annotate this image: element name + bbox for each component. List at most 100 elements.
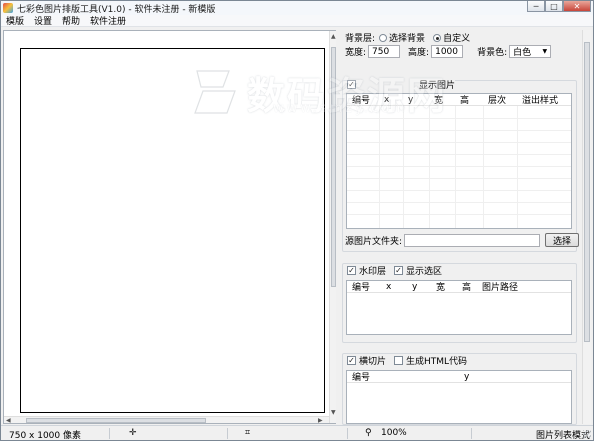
col-header-layer[interactable]: 层次: [483, 94, 517, 106]
custom-background-label[interactable]: 自定义: [443, 31, 470, 44]
source-folder-row: 源图片文件夹: 选择: [345, 233, 580, 247]
row-divider: [347, 142, 571, 143]
slice-layer-label[interactable]: 横切片: [359, 354, 386, 367]
canvas-panel: ▲ ▼ ◀ ▶: [3, 30, 336, 424]
row-divider: [347, 118, 571, 119]
scroll-left-icon[interactable]: ◀: [6, 417, 11, 424]
image-layer-header: ✓ 显示图片: [347, 78, 456, 91]
browse-folder-button[interactable]: 选择: [545, 233, 580, 247]
show-image-label[interactable]: 显示图片: [419, 78, 455, 91]
canvas-size-status: 750 x 1000 像素: [9, 431, 81, 441]
col-divider: [517, 106, 518, 228]
col-header-id[interactable]: 编号: [347, 371, 459, 383]
zoom-level: 100%: [381, 428, 407, 438]
col-header-height[interactable]: 高: [457, 281, 477, 293]
col-header-id[interactable]: 编号: [347, 94, 379, 106]
col-divider: [483, 106, 484, 228]
image-layer-checkbox[interactable]: ✓: [347, 80, 356, 89]
height-input[interactable]: 1000: [431, 45, 464, 58]
row-divider: [347, 178, 571, 179]
image-layer-table[interactable]: 编号 x y 宽 高 层次 溢出样式: [346, 93, 572, 229]
canvas-horizontal-thumb[interactable]: [26, 418, 206, 423]
status-separator: [227, 428, 228, 439]
col-header-y[interactable]: y: [459, 371, 519, 382]
maximize-button[interactable]: □: [545, 1, 563, 12]
width-input[interactable]: 750: [368, 45, 401, 58]
show-region-label[interactable]: 显示选区: [406, 264, 442, 277]
generate-html-checkbox[interactable]: [394, 356, 404, 365]
canvas-horizontal-scrollbar[interactable]: ◀ ▶: [4, 416, 329, 424]
app-window: 七彩色图片排版工具(V1.0) - 软件未注册 - 新模版 ─ □ ✕ 模版 设…: [0, 0, 594, 441]
menu-register[interactable]: 软件注册: [85, 14, 131, 27]
col-header-x[interactable]: x: [379, 94, 403, 105]
menu-bar: 模版 设置 帮助 软件注册: [1, 15, 593, 27]
title-bar[interactable]: 七彩色图片排版工具(V1.0) - 软件未注册 - 新模版 ─ □ ✕: [1, 1, 593, 15]
watermark-layer-header: ✓ 水印层 ✓ 显示选区: [347, 264, 443, 277]
scroll-down-icon[interactable]: ▼: [331, 409, 336, 416]
slice-layer-table-header: 编号 y: [347, 371, 571, 383]
canvas-vertical-thumb[interactable]: [331, 47, 336, 287]
panel-vertical-scrollbar[interactable]: [582, 30, 591, 424]
row-divider: [347, 214, 571, 215]
watermark-layer-checkbox[interactable]: ✓: [347, 266, 356, 275]
slice-layer-table[interactable]: 编号 y: [346, 370, 572, 424]
resize-grip-icon[interactable]: [583, 430, 591, 438]
col-header-width[interactable]: 宽: [431, 281, 457, 293]
chevron-down-icon: ▼: [542, 48, 548, 55]
col-header-y[interactable]: y: [407, 281, 431, 292]
move-icon[interactable]: ✛: [129, 428, 137, 438]
status-separator: [109, 428, 110, 439]
menu-settings[interactable]: 设置: [29, 14, 57, 27]
crop-icon[interactable]: ⌗: [245, 428, 250, 438]
col-header-id[interactable]: 编号: [347, 281, 381, 293]
app-icon: [3, 3, 13, 13]
background-color-value: 白色: [513, 48, 532, 58]
show-region-checkbox[interactable]: ✓: [394, 266, 404, 275]
design-canvas[interactable]: [20, 48, 325, 413]
scroll-up-icon[interactable]: ▲: [331, 33, 336, 40]
watermark-layer-table-header: 编号 x y 宽 高 图片路径: [347, 281, 571, 293]
row-divider: [347, 166, 571, 167]
watermark-layer-table[interactable]: 编号 x y 宽 高 图片路径: [346, 280, 572, 335]
background-layer-label: 背景层:: [345, 34, 376, 44]
source-folder-label: 源图片文件夹:: [345, 236, 403, 247]
panel-vertical-thumb[interactable]: [584, 42, 590, 342]
status-separator: [471, 428, 472, 439]
minimize-button[interactable]: ─: [527, 1, 545, 12]
generate-html-label[interactable]: 生成HTML代码: [406, 354, 467, 367]
width-label: 宽度:: [345, 48, 367, 58]
zoom-icon[interactable]: ⚲: [365, 428, 372, 438]
image-layer-table-header: 编号 x y 宽 高 层次 溢出样式: [347, 94, 571, 106]
view-mode-status[interactable]: 图片列表模式: [536, 428, 590, 441]
status-separator: [347, 428, 348, 439]
select-background-label[interactable]: 选择背景: [389, 31, 425, 44]
background-size-row: 宽度: 750 高度: 1000 背景色: 白色 ▼: [345, 45, 552, 58]
col-header-y[interactable]: y: [403, 94, 429, 105]
custom-background-radio[interactable]: [433, 33, 442, 42]
scroll-right-icon[interactable]: ▶: [318, 417, 323, 424]
row-divider: [347, 190, 571, 191]
background-color-select[interactable]: 白色 ▼: [509, 45, 552, 58]
col-divider: [379, 106, 380, 228]
slice-layer-header: ✓ 横切片 生成HTML代码: [347, 354, 468, 367]
slice-layer-checkbox[interactable]: ✓: [347, 356, 356, 365]
col-header-image-path[interactable]: 图片路径: [477, 281, 537, 293]
col-divider: [455, 106, 456, 228]
col-header-overflow[interactable]: 溢出样式: [517, 94, 571, 106]
status-bar: 750 x 1000 像素 ✛ ⌗ ⚲ 100% 图片列表模式: [1, 425, 593, 441]
col-header-width[interactable]: 宽: [429, 94, 455, 106]
menu-help[interactable]: 帮助: [57, 14, 85, 27]
close-button[interactable]: ✕: [563, 1, 591, 12]
select-background-radio[interactable]: [379, 33, 388, 42]
row-divider: [347, 202, 571, 203]
window-title: 七彩色图片排版工具(V1.0) - 软件未注册 - 新模版: [17, 4, 216, 15]
col-header-x[interactable]: x: [381, 281, 407, 292]
background-layer-row: 背景层: 选择背景 自定义: [345, 31, 470, 44]
background-color-label: 背景色:: [477, 48, 508, 58]
source-folder-input[interactable]: [404, 233, 541, 247]
col-header-height[interactable]: 高: [455, 94, 483, 106]
canvas-vertical-scrollbar[interactable]: ▲ ▼: [329, 31, 336, 423]
menu-template[interactable]: 模版: [1, 14, 29, 27]
row-divider: [347, 130, 571, 131]
watermark-layer-label[interactable]: 水印层: [359, 264, 386, 277]
